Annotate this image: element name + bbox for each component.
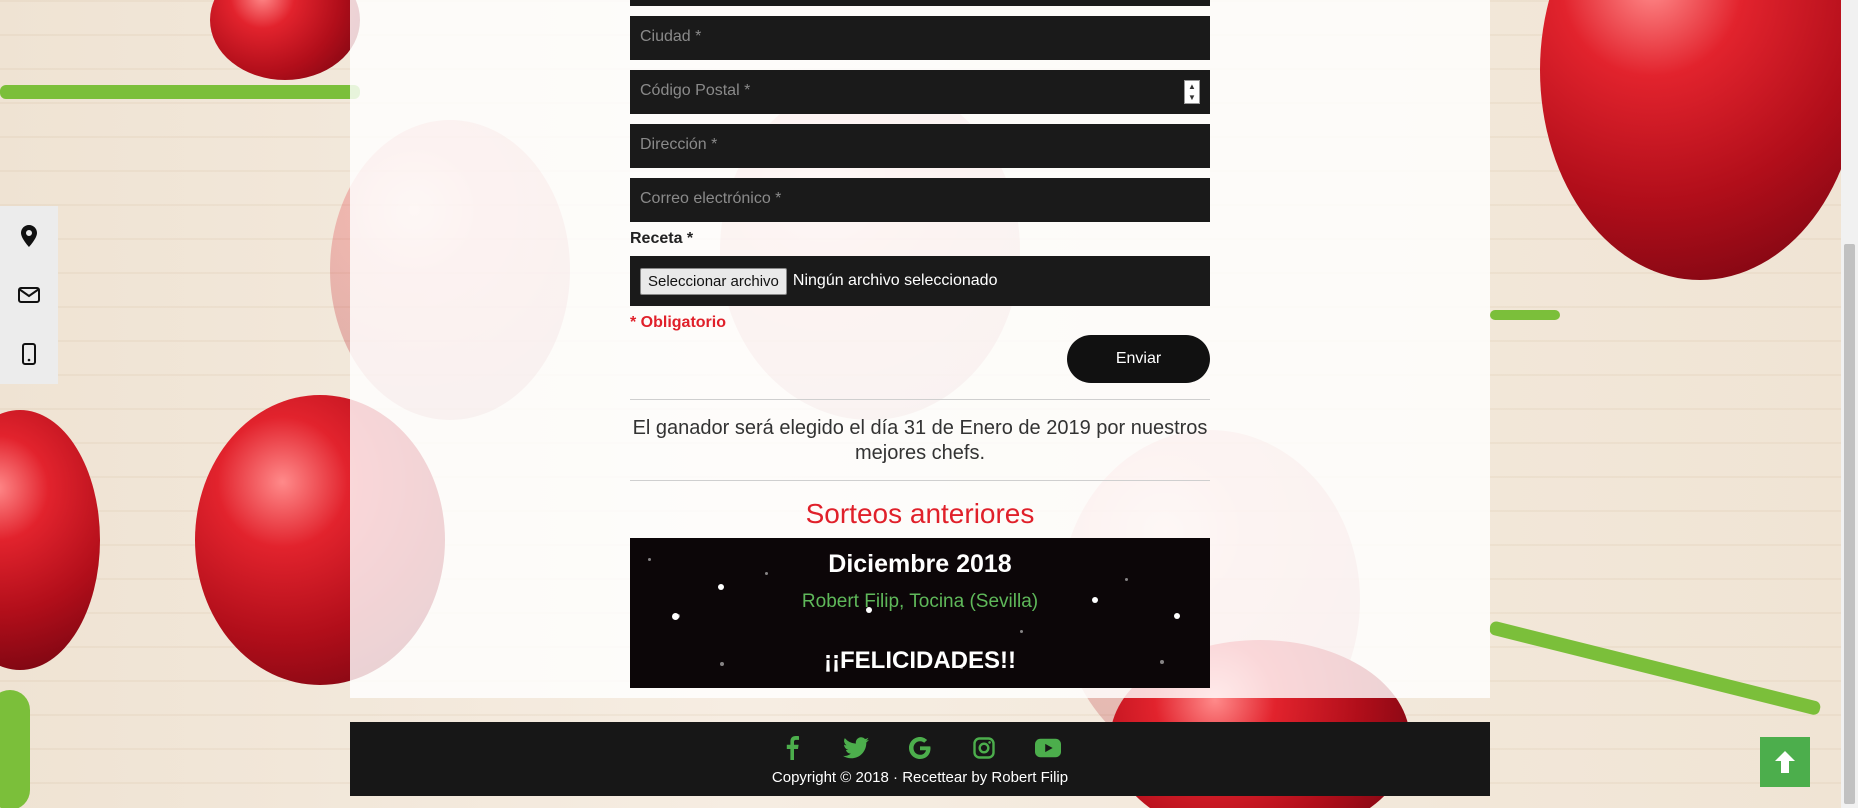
email-field[interactable]: Correo electrónico * [630, 178, 1210, 222]
draw-month: Diciembre 2018 [828, 550, 1012, 578]
google-icon[interactable] [907, 735, 933, 761]
envelope-icon[interactable] [16, 282, 42, 308]
email-placeholder: Correo electrónico * [640, 190, 782, 207]
postal-code-field[interactable]: Código Postal * ▲ ▼ [630, 70, 1210, 114]
winner-card: Diciembre 2018 Robert Filip, Tocina (Sev… [630, 538, 1210, 688]
previous-draws-title: Sorteos anteriores [805, 498, 1035, 529]
youtube-icon[interactable] [1035, 735, 1061, 761]
social-links [350, 722, 1490, 761]
choose-file-button[interactable]: Seleccionar archivo [640, 267, 787, 295]
recipe-label: Receta * [630, 230, 694, 247]
address-placeholder: Dirección * [640, 136, 718, 153]
footer: Copyright © 2018 · Recettear by Robert F… [350, 722, 1490, 796]
recipe-file-input[interactable]: Seleccionar archivo Ningún archivo selec… [630, 256, 1210, 306]
submit-button[interactable]: Enviar [1067, 335, 1210, 383]
congrats-text: ¡¡FELICIDADES!! [824, 647, 1016, 674]
divider [630, 480, 1210, 481]
spinner-down-icon[interactable]: ▼ [1188, 93, 1196, 102]
divider [630, 399, 1210, 400]
required-note: * Obligatorio [630, 314, 726, 331]
draw-winner-name: Robert Filip, Tocina (Sevilla) [801, 591, 1039, 612]
instagram-icon[interactable] [971, 735, 997, 761]
twitter-icon[interactable] [843, 735, 869, 761]
spinner-up-icon[interactable]: ▲ [1188, 82, 1196, 91]
previous-field-edge [630, 0, 1210, 6]
number-spinner[interactable]: ▲ ▼ [1184, 80, 1200, 104]
postal-code-placeholder: Código Postal * [640, 82, 751, 99]
location-icon[interactable] [16, 223, 42, 249]
facebook-icon[interactable] [779, 735, 805, 761]
mobile-icon[interactable] [16, 341, 42, 367]
copyright-text: Copyright © 2018 · Recettear by Robert F… [771, 769, 1069, 786]
scroll-to-top-button[interactable] [1760, 737, 1810, 787]
contact-sidebar [0, 206, 58, 384]
city-placeholder: Ciudad * [640, 28, 702, 45]
file-status-text: Ningún archivo seleccionado [792, 272, 998, 289]
scrollbar-thumb[interactable] [1844, 244, 1855, 804]
page-scrollbar[interactable] [1841, 0, 1858, 808]
city-field[interactable]: Ciudad * [630, 16, 1210, 60]
announcement-text: El ganador será elegido el día 31 de Ene… [632, 417, 1208, 464]
address-field[interactable]: Dirección * [630, 124, 1210, 168]
arrow-up-icon [1775, 751, 1795, 773]
